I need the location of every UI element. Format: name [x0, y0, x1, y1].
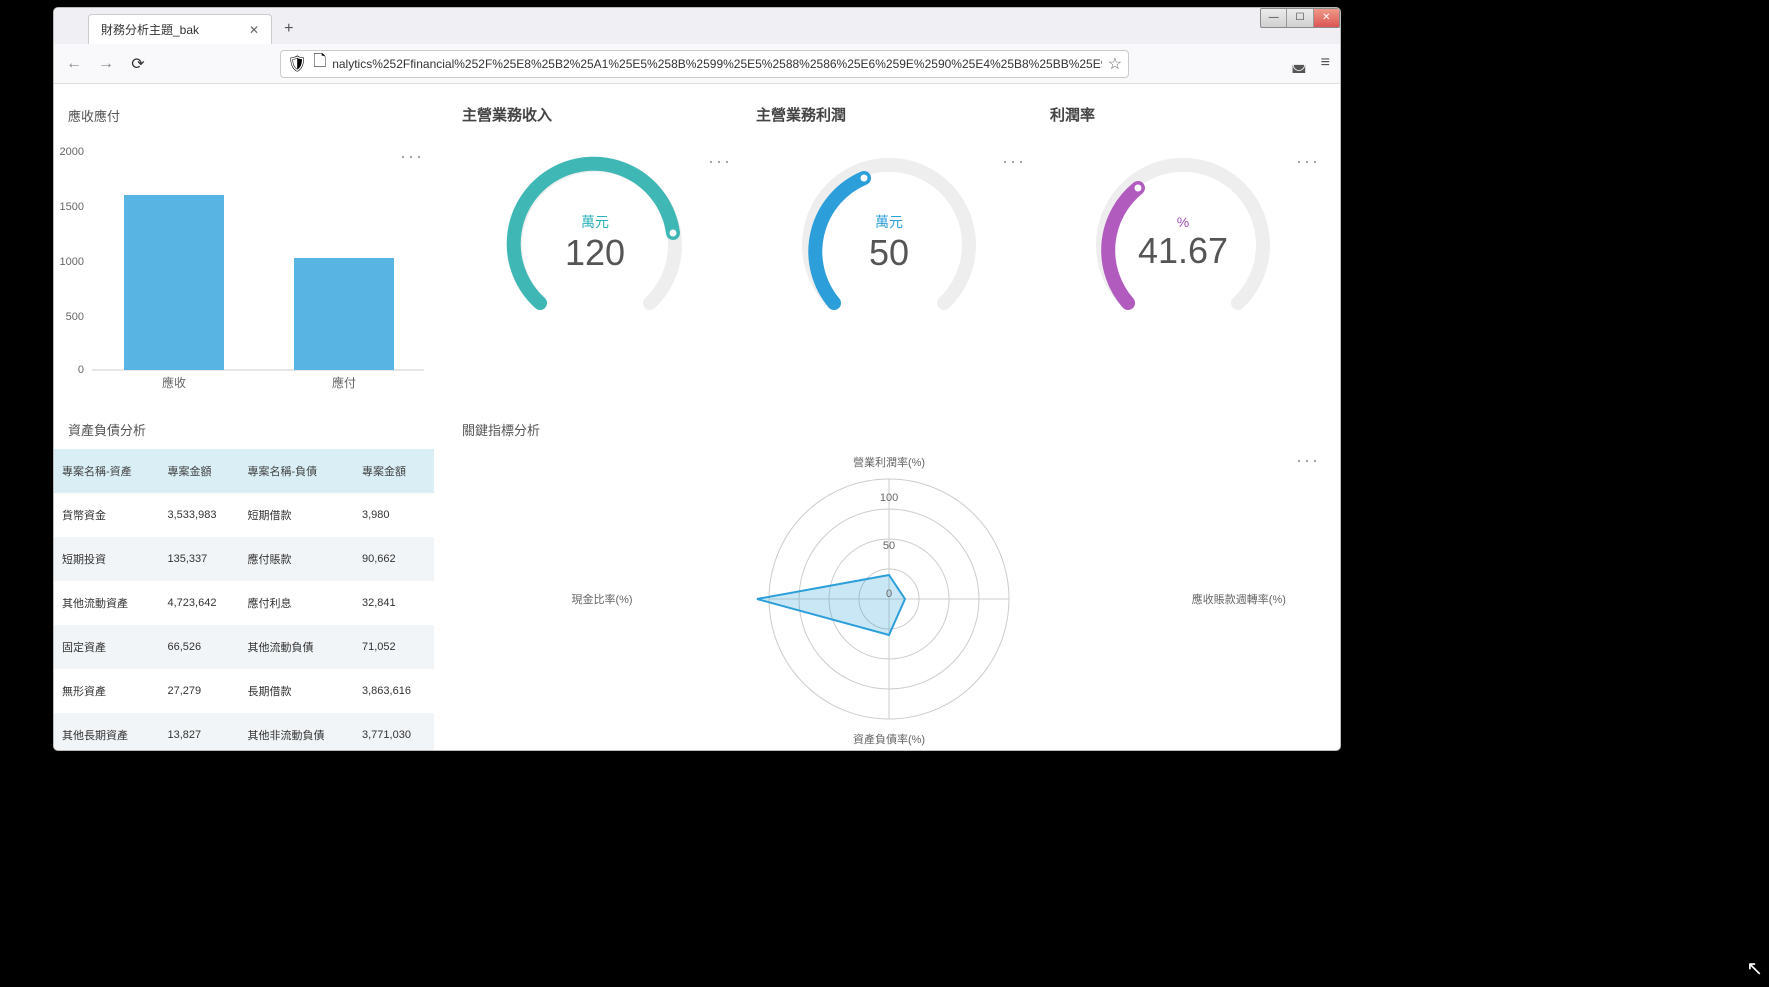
radar-tick: 0 — [886, 588, 892, 600]
bar-chart-panel: 應收應付 ··· 2000 1500 1000 500 0 應收 應付 — [54, 96, 434, 396]
menu-icon[interactable]: ≡ — [1321, 54, 1330, 74]
radar-tick: 50 — [883, 540, 895, 552]
table-cell: 長期借款 — [239, 669, 354, 713]
radar-chart: 100 50 0 營業利潤率(%) 應收賬款週轉率(%) 資產負債率(%) 現金… — [448, 449, 1330, 749]
table-cell: 短期借款 — [239, 493, 354, 537]
gauge-unit: 萬元 — [869, 212, 909, 232]
col-header: 專案金額 — [354, 449, 434, 493]
left-column: 應收應付 ··· 2000 1500 1000 500 0 應收 應付 — [54, 96, 434, 750]
shield-icon[interactable]: 🛡 — [287, 54, 307, 74]
col-header: 專案金額 — [160, 449, 240, 493]
ytick: 1000 — [60, 256, 84, 268]
table-row: 其他流動資產4,723,642應付利息32,841 — [54, 581, 434, 625]
url-input[interactable] — [332, 57, 1102, 71]
table-cell: 66,526 — [160, 625, 240, 669]
gauge-title: 主營業務收入 — [448, 96, 742, 133]
tab-title: 財務分析主題_bak — [101, 21, 199, 38]
bar-ar — [124, 195, 224, 370]
table-cell: 其他非流動負債 — [239, 713, 354, 750]
table-cell: 32,841 — [354, 581, 434, 625]
ytick: 500 — [66, 311, 84, 323]
bar-chart-title: 應收應付 — [54, 96, 434, 135]
table-cell: 3,980 — [354, 493, 434, 537]
table-cell: 90,662 — [354, 537, 434, 581]
ytick: 0 — [78, 364, 84, 376]
table-cell: 3,771,030 — [354, 713, 434, 750]
close-window-button[interactable]: ✕ — [1314, 9, 1339, 27]
col-header: 專案名稱-負債 — [239, 449, 354, 493]
gauges-row: 主營業務收入 ··· 萬元 120 — [448, 96, 1330, 396]
table-cell: 135,337 — [160, 537, 240, 581]
radar-axis-left: 現金比率(%) — [571, 591, 632, 607]
table-cell: 應付利息 — [239, 581, 354, 625]
table-row: 固定資產66,526其他流動負債71,052 — [54, 625, 434, 669]
navbar-right: ◛ ≡ — [1291, 54, 1330, 74]
xtick: 應付 — [332, 375, 356, 390]
ytick: 1500 — [60, 201, 84, 213]
table-cell: 13,827 — [160, 713, 240, 750]
table-cell: 固定資產 — [54, 625, 160, 669]
table-row: 其他長期資產13,827其他非流動負債3,771,030 — [54, 713, 434, 750]
asset-liability-table: 專案名稱-資產 專案金額 專案名稱-負債 專案金額 貨幣資金3,533,983短… — [54, 449, 434, 750]
col-header: 專案名稱-資產 — [54, 449, 160, 493]
table-row: 貨幣資金3,533,983短期借款3,980 — [54, 493, 434, 537]
asset-liability-panel: 資產負債分析 專案名稱-資產 專案金額 專案名稱-負債 專案金額 貨幣資金3,5… — [54, 410, 434, 750]
gauge-unit: % — [1138, 214, 1228, 230]
table-cell: 27,279 — [160, 669, 240, 713]
bookmark-star-icon[interactable]: ☆ — [1108, 54, 1122, 74]
browser-window: — ☐ ✕ 財務分析主題_bak ✕ + ← → ⟳ 🛡 🗋 ☆ ◛ ≡ 應收應… — [54, 8, 1340, 750]
table-row: 短期投資135,337應付賬款90,662 — [54, 537, 434, 581]
table-row: 無形資產27,279長期借款3,863,616 — [54, 669, 434, 713]
bar-chart-more-icon[interactable]: ··· — [400, 146, 424, 167]
radar-title: 關鍵指標分析 — [448, 410, 1330, 449]
table-cell: 3,863,616 — [354, 669, 434, 713]
table-cell: 短期投資 — [54, 537, 160, 581]
bar-chart: 2000 1500 1000 500 0 應收 應付 — [54, 135, 434, 395]
gauge-margin: 利潤率 ··· % 41.67 — [1036, 96, 1330, 396]
radar-axis-top: 營業利潤率(%) — [853, 454, 925, 470]
pocket-icon[interactable]: ◛ — [1291, 54, 1307, 74]
new-tab-button[interactable]: + — [272, 14, 305, 44]
table-cell: 其他流動負債 — [239, 625, 354, 669]
right-column: 主營業務收入 ··· 萬元 120 — [448, 96, 1330, 750]
gauge-profit: 主營業務利潤 ··· 萬元 50 — [742, 96, 1036, 396]
ytick: 2000 — [60, 146, 84, 158]
xtick: 應收 — [162, 375, 186, 390]
back-button[interactable]: ← — [64, 55, 84, 73]
table-cell: 其他長期資產 — [54, 713, 160, 750]
maximize-button[interactable]: ☐ — [1287, 9, 1313, 27]
tab-bar: 財務分析主題_bak ✕ + — [54, 8, 1340, 44]
minimize-button[interactable]: — — [1261, 9, 1287, 27]
cursor-icon: ↖ — [1746, 956, 1763, 981]
table-cell: 其他流動資產 — [54, 581, 160, 625]
radar-axis-bottom: 資產負債率(%) — [853, 731, 925, 747]
table-cell: 3,533,983 — [160, 493, 240, 537]
browser-tab[interactable]: 財務分析主題_bak ✕ — [88, 14, 272, 44]
dashboard-content: 應收應付 ··· 2000 1500 1000 500 0 應收 應付 — [54, 86, 1340, 750]
radar-panel: 關鍵指標分析 ··· 100 50 — [448, 410, 1330, 750]
table-cell: 貨幣資金 — [54, 493, 160, 537]
table-cell: 71,052 — [354, 625, 434, 669]
bar-ap — [294, 258, 394, 370]
close-tab-icon[interactable]: ✕ — [249, 23, 259, 37]
gauge-value: 50 — [869, 232, 909, 274]
gauge-unit: 萬元 — [565, 212, 625, 232]
window-controls: — ☐ ✕ — [1260, 8, 1340, 28]
gauge-title: 利潤率 — [1036, 96, 1330, 133]
nav-bar: ← → ⟳ 🛡 🗋 ☆ ◛ ≡ — [54, 44, 1340, 84]
gauge-title: 主營業務利潤 — [742, 96, 1036, 133]
forward-button[interactable]: → — [96, 55, 116, 73]
reload-button[interactable]: ⟳ — [128, 54, 148, 74]
gauge-value: 120 — [565, 232, 625, 274]
gauge-revenue: 主營業務收入 ··· 萬元 120 — [448, 96, 742, 396]
gauge-value: 41.67 — [1138, 230, 1228, 272]
radar-axis-right: 應收賬款週轉率(%) — [1192, 591, 1286, 607]
table-cell: 無形資產 — [54, 669, 160, 713]
radar-tick: 100 — [880, 492, 898, 504]
url-bar[interactable]: 🛡 🗋 ☆ — [280, 50, 1129, 78]
table-title: 資產負債分析 — [54, 410, 434, 449]
lock-icon: 🗋 — [313, 50, 326, 77]
table-cell: 應付賬款 — [239, 537, 354, 581]
table-cell: 4,723,642 — [160, 581, 240, 625]
